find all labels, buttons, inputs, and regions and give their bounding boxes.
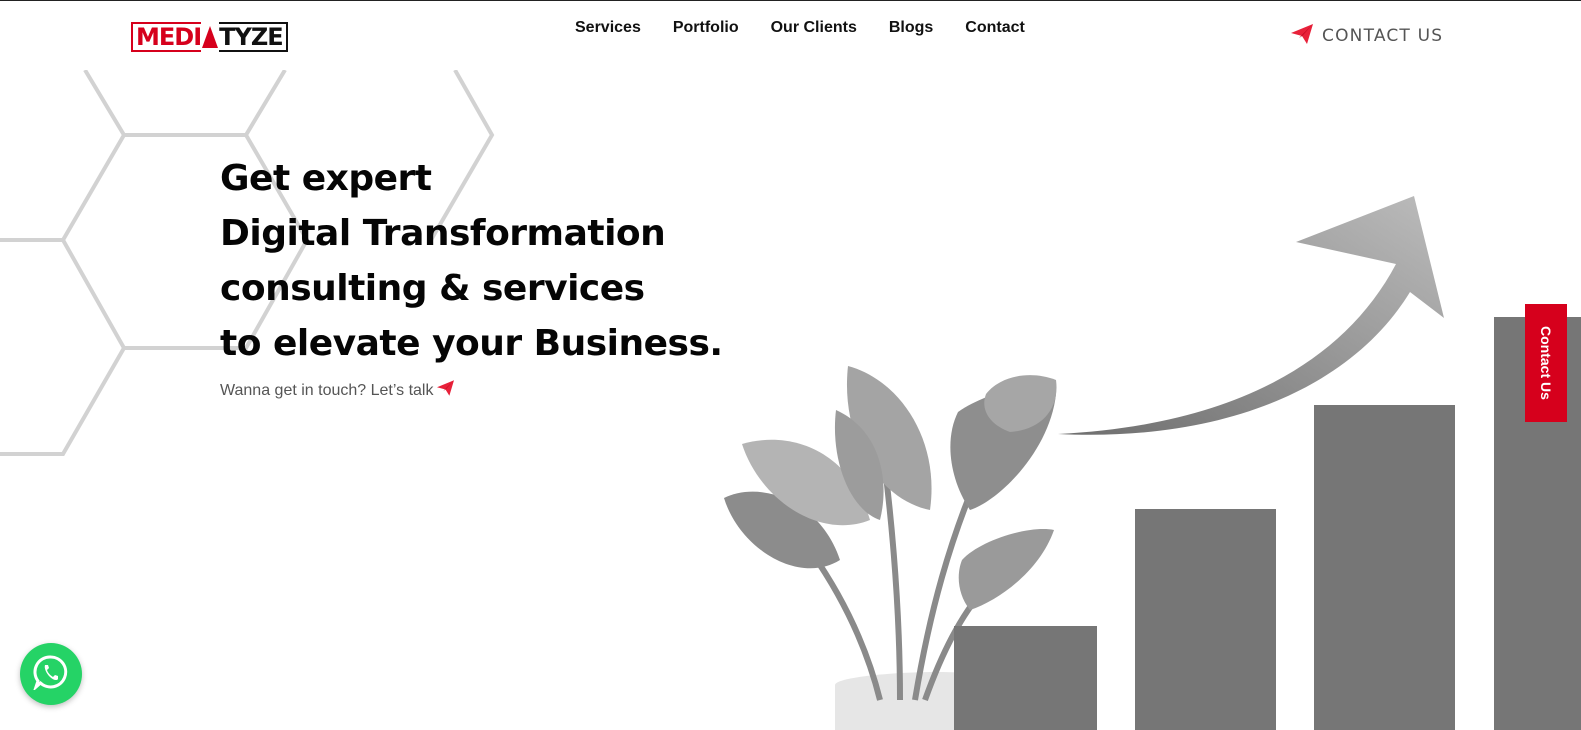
- logo-triangle-icon: [202, 26, 219, 48]
- growth-illustration: [724, 196, 1581, 730]
- side-contact-tab[interactable]: Contact Us: [1525, 304, 1567, 422]
- hero-headline: Get expert Digital Transformation consul…: [220, 151, 723, 371]
- hero-line-4: to elevate your Business.: [220, 323, 723, 364]
- logo-text-left: MEDI: [131, 22, 202, 52]
- whatsapp-button[interactable]: [20, 643, 82, 705]
- nav-item-portfolio[interactable]: Portfolio: [673, 19, 739, 41]
- logo-mark: MEDI TYZE: [131, 22, 288, 52]
- whatsapp-icon: [32, 654, 69, 695]
- nav-item-blogs[interactable]: Blogs: [889, 19, 933, 41]
- main-nav: Services Portfolio Our Clients Blogs Con…: [575, 19, 1025, 41]
- hero-line-2: Digital Transformation: [220, 213, 666, 254]
- nav-item-contact[interactable]: Contact: [965, 19, 1025, 41]
- site-logo[interactable]: MEDI TYZE: [131, 20, 288, 54]
- paper-plane-icon: [1291, 23, 1313, 49]
- nav-item-services[interactable]: Services: [575, 19, 641, 41]
- plant-leaves: [724, 366, 1057, 610]
- growth-arrow: [1058, 196, 1444, 435]
- contact-us-label: CONTACT US: [1322, 26, 1444, 46]
- paper-plane-icon: [437, 380, 455, 401]
- logo-text-right: TYZE: [219, 22, 288, 52]
- hero-line-1: Get expert: [220, 158, 432, 199]
- top-border: [0, 0, 1581, 1]
- hero-line-3: consulting & services: [220, 268, 645, 309]
- nav-item-our-clients[interactable]: Our Clients: [771, 19, 857, 41]
- lets-talk-link[interactable]: Wanna get in touch? Let’s talk: [220, 380, 455, 401]
- side-contact-tab-label: Contact Us: [1538, 326, 1554, 400]
- lets-talk-label: Wanna get in touch? Let’s talk: [220, 381, 434, 399]
- contact-us-button[interactable]: CONTACT US: [1291, 23, 1443, 49]
